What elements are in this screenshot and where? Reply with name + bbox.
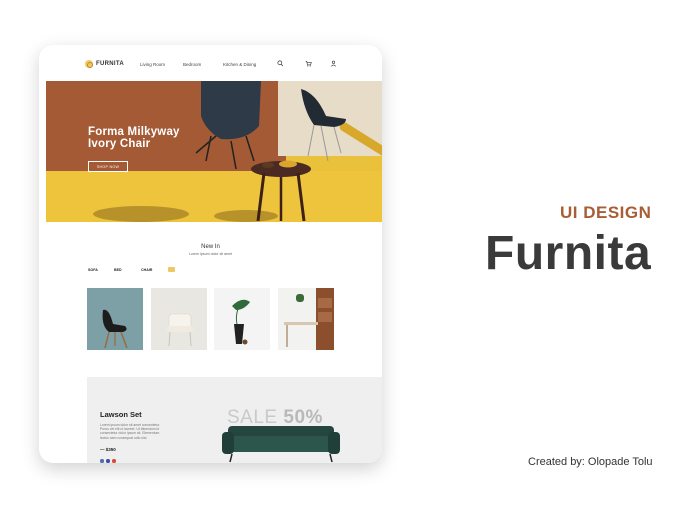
logo[interactable]: FURNITA [85, 60, 124, 68]
ui-design-label: UI DESIGN [560, 203, 652, 222]
hero-title-line-1: Forma Milkyway [88, 126, 180, 138]
hero-title-line-2: Ivory Chair [88, 138, 151, 150]
filter-active-indicator[interactable] [168, 267, 175, 272]
website-mockup: FURNITA Living Room Bedroom Kitchen & Di… [39, 45, 382, 463]
featured-sale-section: Lawson Set Lorem ipsum dolor sit amet co… [87, 377, 382, 463]
shop-now-button[interactable]: SHOP NOW [88, 161, 128, 172]
filter-bed[interactable]: BED [114, 268, 122, 272]
desk-image [284, 288, 334, 350]
sale-product-description: Lorem ipsum dolor sit amet consectetur. … [100, 423, 161, 440]
credit-text: Created by: Olopade Tolu [528, 456, 653, 468]
product-card-white-chair[interactable] [151, 288, 207, 350]
hero-title: Forma Milkyway Ivory Chair [88, 126, 208, 150]
product-card-desk[interactable] [278, 288, 334, 350]
logo-icon [85, 60, 93, 68]
filter-sofa[interactable]: SOFA [88, 268, 98, 272]
plant-vase-image [232, 299, 250, 345]
brand-title: Furnita [485, 227, 652, 280]
hero-banner: Forma Milkyway Ivory Chair SHOP NOW [46, 81, 382, 222]
new-in-subtitle: Lorem ipsum dolor sit amet [188, 252, 233, 256]
cart-icon[interactable] [305, 60, 312, 67]
color-swatch-navy[interactable] [106, 459, 110, 463]
new-in-title: New In [201, 244, 220, 250]
nav-link-kitchen-dining[interactable]: Kitchen & Dining [223, 62, 256, 67]
black-chair-image [102, 309, 128, 349]
green-sofa-image [222, 426, 340, 463]
user-icon[interactable] [330, 60, 337, 67]
filter-chair[interactable]: CHAIR [141, 268, 152, 272]
search-icon[interactable] [277, 60, 284, 67]
logo-text: FURNITA [96, 61, 124, 67]
hero-furniture-illustration [93, 81, 346, 222]
product-card-plant-vase[interactable] [214, 288, 270, 350]
sale-product-title: Lawson Set [100, 410, 142, 419]
presentation-canvas: FURNITA Living Room Bedroom Kitchen & Di… [0, 0, 700, 517]
color-swatch-red[interactable] [112, 459, 116, 463]
nav-link-living-room[interactable]: Living Room [140, 62, 165, 67]
nav-link-bedroom[interactable]: Bedroom [183, 62, 201, 67]
color-swatch-blue[interactable] [100, 459, 104, 463]
top-navigation: FURNITA Living Room Bedroom Kitchen & Di… [39, 45, 382, 81]
white-chair-image [167, 313, 193, 347]
sale-product-price: — $350 [100, 447, 116, 452]
product-card-black-chair[interactable] [87, 288, 143, 350]
